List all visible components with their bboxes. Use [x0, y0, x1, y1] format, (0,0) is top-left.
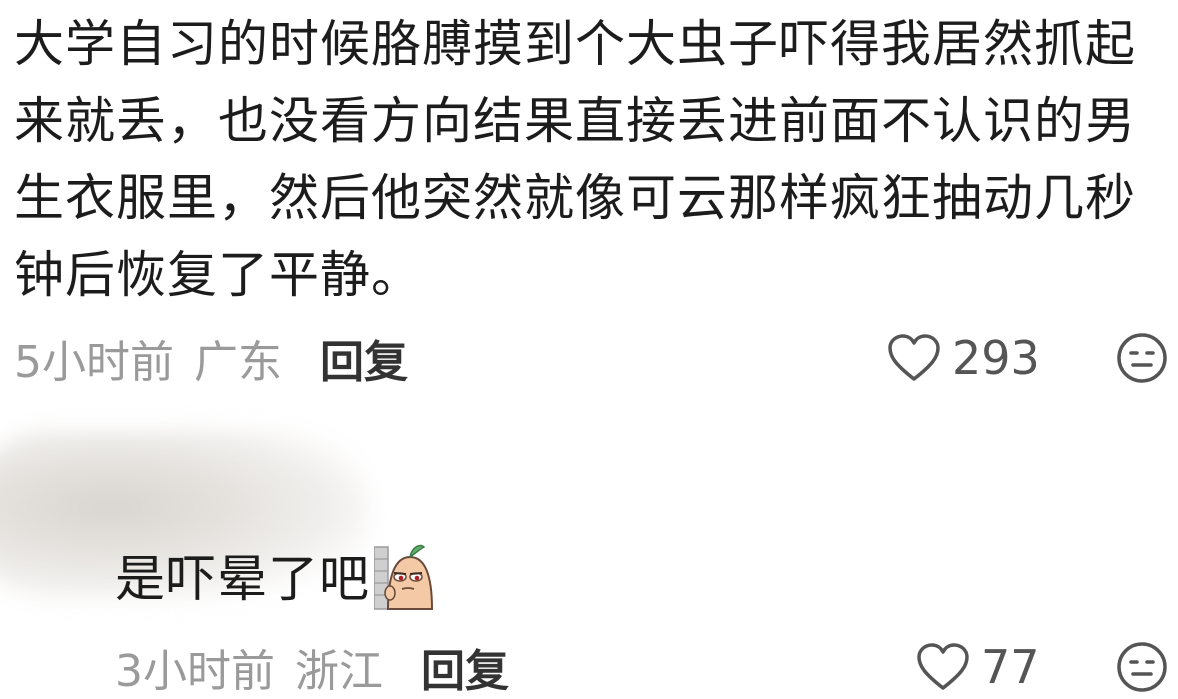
meh-face-icon[interactable] [1116, 641, 1168, 693]
meh-face-icon[interactable] [1116, 332, 1168, 384]
like-button[interactable]: 293 [886, 331, 1040, 385]
like-button[interactable]: 77 [915, 640, 1040, 694]
like-count: 77 [981, 640, 1040, 694]
like-count: 293 [952, 331, 1040, 385]
reply-meta-row: 3小时前 浙江 回复 77 [115, 637, 1175, 697]
reply-button[interactable]: 回复 [421, 635, 509, 699]
comment-meta-row: 5小时前 广东 回复 293 [14, 328, 1174, 388]
reply-content: 是吓晕了吧 [115, 530, 436, 620]
reply-time: 3小时前 [115, 646, 275, 697]
reply-button[interactable]: 回复 [320, 326, 408, 390]
heart-outline-icon [888, 334, 940, 381]
comment-location: 广东 [194, 337, 282, 388]
peeking-character-sticker [374, 544, 434, 610]
comment-text: 大学自习的时候胳膊摸到个大虫子吓得我居然抓起来就丢，也没看方向结果直接丢进前面不… [14, 15, 1136, 304]
reply-location: 浙江 [295, 646, 383, 697]
heart-outline-icon [917, 643, 969, 690]
reply-text: 是吓晕了吧 [115, 550, 370, 608]
comment-time: 5小时前 [14, 337, 174, 388]
